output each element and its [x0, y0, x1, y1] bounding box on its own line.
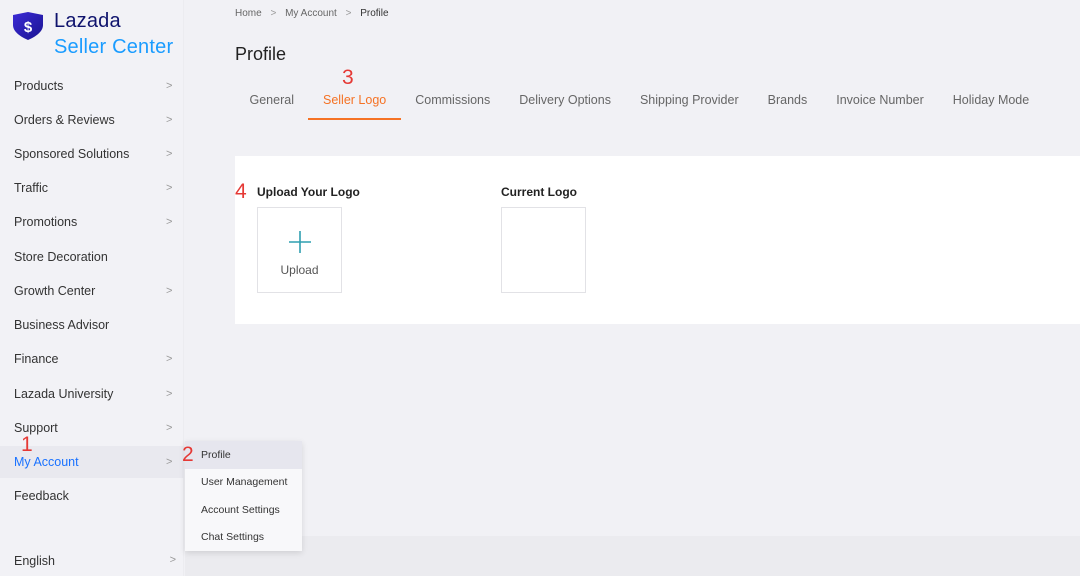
sidebar-item-label: Growth Center — [14, 284, 96, 298]
breadcrumb-current: Profile — [360, 8, 389, 19]
tab-general[interactable]: General — [235, 84, 308, 120]
submenu-item-account-settings[interactable]: Account Settings — [185, 496, 302, 524]
tab-seller-logo[interactable]: Seller Logo — [308, 84, 401, 120]
sidebar-item-label: My Account — [14, 455, 79, 469]
sidebar-item-label: Feedback — [14, 489, 69, 503]
lazada-heart-logo-icon: $ — [13, 12, 43, 40]
sidebar-item-label: Sponsored Solutions — [14, 147, 130, 161]
tab-brands[interactable]: Brands — [753, 84, 822, 120]
language-selector[interactable]: English > — [0, 546, 184, 576]
logo-badge-letter: $ — [24, 19, 33, 36]
sidebar-item-label: Promotions — [14, 215, 78, 229]
chevron-right-icon: > — [166, 216, 173, 228]
sidebar-item-feedback[interactable]: Feedback — [0, 480, 184, 512]
chevron-right-icon: > — [166, 388, 173, 400]
seller-logo-card: Upload Your Logo Current Logo Upload — [235, 156, 1080, 324]
current-logo-preview — [501, 207, 586, 293]
sidebar-item-label: Orders & Reviews — [14, 113, 115, 127]
tab-shipping-provider[interactable]: Shipping Provider — [625, 84, 753, 120]
chevron-right-icon: > — [169, 554, 176, 566]
upload-logo-label: Upload Your Logo — [257, 185, 360, 199]
brand-product: Seller Center — [54, 36, 174, 58]
sidebar-item-label: Products — [14, 79, 64, 93]
submenu-item-user-management[interactable]: User Management — [185, 469, 302, 497]
breadcrumb: Home > My Account > Profile — [235, 8, 395, 19]
sidebar-item-finance[interactable]: Finance > — [0, 343, 184, 375]
chevron-right-icon: > — [166, 182, 173, 194]
breadcrumb-separator: > — [270, 8, 277, 19]
my-account-submenu: Profile User Management Account Settings Ch… — [185, 441, 302, 551]
sidebar-item-label: Store Decoration — [14, 250, 108, 264]
sidebar-item-lazada-university[interactable]: Lazada University > — [0, 378, 184, 410]
chevron-right-icon: > — [166, 456, 173, 468]
annotation-number: 3 — [342, 66, 354, 89]
page-title: Profile — [235, 44, 287, 64]
sidebar-item-traffic[interactable]: Traffic > — [0, 172, 184, 204]
brand-name: Lazada — [54, 10, 121, 32]
chevron-right-icon: > — [166, 148, 173, 160]
chevron-right-icon: > — [166, 114, 173, 126]
tab-commissions[interactable]: Commissions — [401, 84, 505, 120]
chevron-right-icon: > — [166, 285, 173, 297]
profile-tabs: General Seller Logo Commissions Delivery Op… — [235, 84, 1044, 120]
upload-logo-button[interactable]: Upload — [257, 207, 342, 293]
submenu-item-chat-settings[interactable]: Chat Settings — [185, 524, 302, 552]
plus-icon — [289, 231, 311, 253]
tab-holiday-mode[interactable]: Holiday Mode — [938, 84, 1043, 120]
submenu-item-profile[interactable]: Profile — [185, 441, 302, 469]
breadcrumb-separator: > — [345, 8, 352, 19]
sidebar-item-promotions[interactable]: Promotions > — [0, 206, 184, 238]
chevron-right-icon: > — [166, 422, 173, 434]
brand-logo[interactable]: $ Lazada Seller Center — [10, 10, 180, 60]
tab-delivery-options[interactable]: Delivery Options — [505, 84, 626, 120]
current-logo-label: Current Logo — [501, 185, 577, 199]
sidebar-item-label: Lazada University — [14, 387, 114, 401]
footer-band — [185, 536, 1080, 576]
sidebar-item-orders-and-reviews[interactable]: Orders & Reviews > — [0, 104, 184, 136]
sidebar-item-growth-center[interactable]: Growth Center > — [0, 275, 184, 307]
sidebar-item-business-advisor[interactable]: Business Advisor — [0, 309, 184, 341]
chevron-right-icon: > — [166, 353, 173, 365]
upload-label: Upload — [280, 263, 319, 277]
breadcrumb-home[interactable]: Home — [235, 8, 262, 19]
sidebar-item-store-decoration[interactable]: Store Decoration — [0, 241, 184, 273]
language-label: English — [14, 554, 55, 568]
sidebar-item-label: Business Advisor — [14, 318, 110, 332]
sidebar-item-label: Finance — [14, 352, 59, 366]
tab-invoice-number[interactable]: Invoice Number — [822, 84, 939, 120]
chevron-right-icon: > — [166, 80, 173, 92]
annotation-number: 1 — [21, 433, 33, 456]
sidebar: $ Lazada Seller Center Products > Orders &… — [0, 0, 184, 576]
sidebar-item-sponsored-solutions[interactable]: Sponsored Solutions > — [0, 138, 184, 170]
annotation-number: 4 — [235, 180, 247, 203]
breadcrumb-my-account[interactable]: My Account — [285, 8, 337, 19]
sidebar-item-products[interactable]: Products > — [0, 70, 184, 102]
sidebar-item-label: Traffic — [14, 181, 49, 195]
annotation-number: 2 — [182, 443, 194, 466]
